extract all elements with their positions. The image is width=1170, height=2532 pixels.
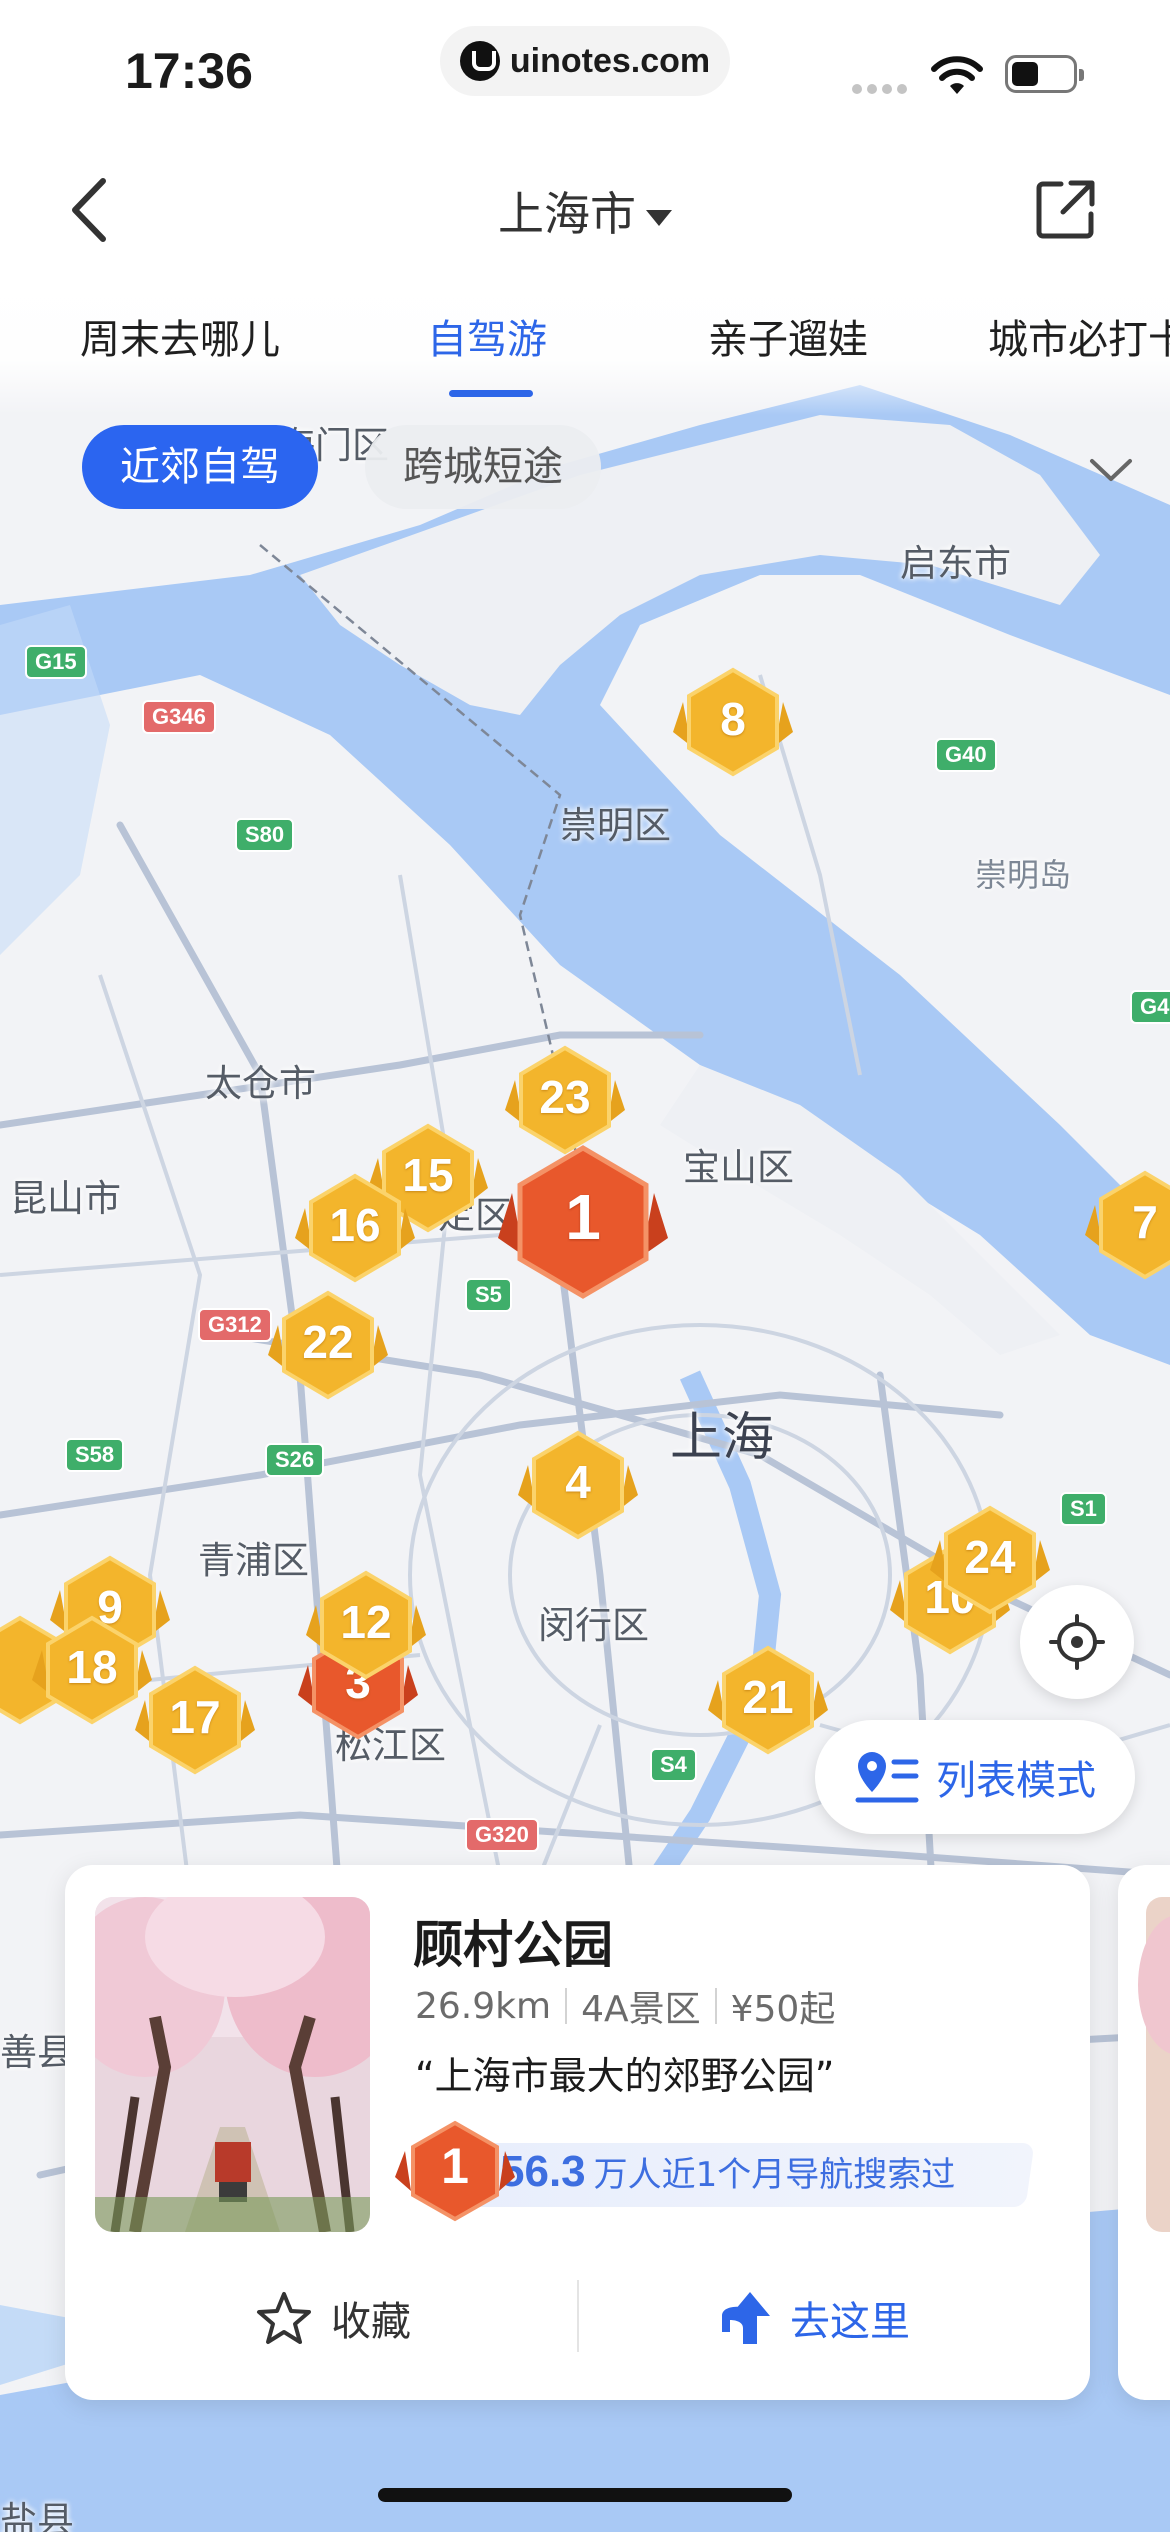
map-label: 善县 (0, 2031, 74, 2074)
map-label: 太仓市 (205, 1062, 316, 1105)
star-icon (257, 2292, 311, 2344)
city-selector[interactable]: 上海市 (0, 178, 1170, 244)
poi-marker[interactable]: 17 (135, 1660, 255, 1790)
list-mode-button[interactable]: 列表模式 (815, 1720, 1135, 1834)
favorite-label: 收藏 (331, 2299, 411, 2345)
map-label: 启东市 (900, 542, 1011, 585)
road-tag: G312 (198, 1308, 272, 1342)
road-tag: G4 (1130, 990, 1170, 1024)
share-icon[interactable] (1035, 178, 1097, 240)
caret-down-icon (646, 209, 672, 226)
map-label: 青浦区 (198, 1539, 309, 1582)
poi-marker[interactable]: 7 (1085, 1165, 1170, 1295)
url-pill[interactable]: uinotes.com (440, 26, 730, 96)
status-bar: 17:36 uinotes.com (0, 0, 1170, 140)
active-tab-indicator (449, 390, 533, 397)
navigate-arrow-icon (722, 2292, 770, 2344)
rank-badge: 1 (395, 2117, 515, 2227)
tab-must-visit[interactable]: 城市必打卡 (988, 307, 1170, 365)
road-tag: S4 (650, 1748, 697, 1782)
poi-meta: 26.9km 4A景区 ¥50起 (415, 1980, 835, 2032)
road-tag: S58 (65, 1438, 125, 1472)
map-label: 昆山市 (10, 1177, 121, 1220)
map-label: 崇明区 (560, 804, 671, 847)
poi-marker[interactable]: 22 (268, 1285, 388, 1415)
road-tag: S80 (235, 818, 295, 852)
favorite-button[interactable]: 收藏 (255, 2283, 411, 2353)
locate-icon (1049, 1614, 1105, 1670)
poi-marker[interactable]: 16 (295, 1168, 415, 1298)
city-name: 上海市 (498, 187, 636, 241)
poi-marker[interactable]: 12 (306, 1565, 426, 1695)
tab-family[interactable]: 亲子遛娃 (708, 307, 868, 365)
poi-marker-top[interactable]: 1 (498, 1138, 668, 1318)
road-tag: G346 (142, 700, 216, 734)
map-label: 闵行区 (538, 1604, 649, 1647)
road-tag: G15 (25, 645, 87, 679)
poi-marker[interactable]: 21 (708, 1640, 828, 1770)
navigate-button[interactable]: 去这里 (720, 2283, 910, 2353)
poi-quote: “上海市最大的郊野公园” (415, 2054, 835, 2098)
wifi-icon (931, 56, 983, 94)
cellular-signal-icon (852, 84, 907, 94)
navigate-label: 去这里 (790, 2299, 910, 2345)
chip-suburban-drive[interactable]: 近郊自驾 (82, 425, 318, 509)
battery-icon (1005, 55, 1084, 93)
tab-weekend[interactable]: 周末去哪儿 (80, 307, 280, 365)
poi-price: ¥50起 (730, 1989, 836, 2030)
poi-marker[interactable]: 8 (673, 662, 793, 792)
site-logo-icon (459, 41, 500, 81)
nav-bar: 上海市 (0, 140, 1170, 275)
poi-search-stat: 56.3 万人近1个月导航搜索过 (500, 2147, 955, 2197)
list-mode-label: 列表模式 (936, 1758, 1096, 1804)
next-poi-card[interactable] (1118, 1865, 1170, 2400)
map-label-city: 上海 (670, 1408, 775, 1468)
poi-photo (95, 1897, 370, 2232)
road-tag: G40 (935, 738, 997, 772)
poi-rank-row: 56.3 万人近1个月导航搜索过 1 (395, 2120, 1050, 2222)
chevron-down-icon[interactable] (1088, 455, 1134, 485)
chip-cross-city[interactable]: 跨城短途 (365, 425, 601, 509)
map-label: 崇明岛 (975, 856, 1072, 894)
map-label: 宝山区 (683, 1146, 794, 1189)
poi-search-text: 万人近1个月导航搜索过 (593, 2155, 956, 2195)
road-tag: G320 (465, 1818, 539, 1852)
home-indicator (378, 2488, 792, 2502)
map-label: 盐县 (0, 2499, 74, 2532)
poi-card[interactable]: 顾村公园 26.9km 4A景区 ¥50起 “上海市最大的郊野公园” 56.3 万… (65, 1865, 1090, 2400)
list-mode-icon (855, 1752, 919, 1803)
poi-name: 顾村公园 (413, 1916, 613, 1974)
road-tag: S1 (1060, 1492, 1107, 1526)
tab-self-drive[interactable]: 自驾游 (427, 307, 547, 365)
poi-level: 4A景区 (581, 1989, 701, 2030)
poi-marker[interactable]: 4 (518, 1425, 638, 1555)
road-tag: S26 (265, 1443, 325, 1477)
locate-button[interactable] (1020, 1585, 1134, 1699)
poi-marker[interactable]: 18 (32, 1610, 152, 1740)
url-text: uinotes.com (509, 41, 711, 80)
category-tabs: 周末去哪儿 自驾游 亲子遛娃 城市必打卡 (0, 275, 1170, 415)
poi-distance: 26.9km (415, 1985, 552, 2027)
status-time: 17:36 (125, 43, 253, 99)
